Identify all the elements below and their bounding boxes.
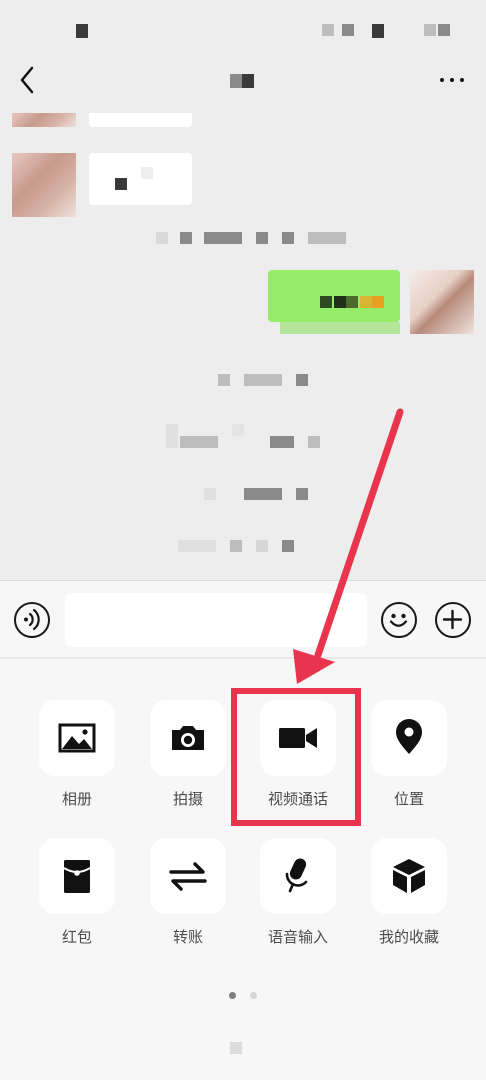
page-dot-active[interactable] bbox=[229, 992, 236, 999]
sent-message-bubble[interactable] bbox=[268, 270, 400, 322]
chevron-left-icon bbox=[20, 66, 34, 94]
more-options-button[interactable] bbox=[436, 64, 468, 96]
more-dots-icon bbox=[440, 78, 444, 82]
album-button[interactable]: 相册 bbox=[39, 700, 115, 809]
smiley-icon bbox=[389, 613, 408, 627]
red-packet-button[interactable]: 红包 bbox=[39, 838, 115, 947]
voice-input-button[interactable]: 语音输入 bbox=[260, 838, 336, 947]
back-button[interactable] bbox=[14, 62, 44, 98]
camera-button[interactable]: 拍摄 bbox=[150, 700, 226, 809]
location-button[interactable]: 位置 bbox=[371, 700, 447, 809]
emoji-button[interactable] bbox=[381, 602, 417, 638]
message-input[interactable] bbox=[65, 593, 367, 647]
red-packet-label: 红包 bbox=[61, 928, 92, 946]
voice-input-label: 语音输入 bbox=[267, 928, 328, 946]
transfer-label: 转账 bbox=[172, 928, 203, 946]
camera-icon bbox=[172, 726, 204, 750]
page-dot[interactable] bbox=[250, 992, 257, 999]
message-input-bar bbox=[0, 580, 486, 658]
cube-icon bbox=[393, 859, 425, 893]
microphone-icon bbox=[285, 858, 308, 893]
avatar[interactable] bbox=[410, 270, 474, 334]
image-icon bbox=[58, 723, 96, 753]
camera-label: 拍摄 bbox=[172, 790, 203, 808]
transfer-arrows-icon bbox=[169, 862, 207, 891]
more-functions-button[interactable] bbox=[435, 602, 471, 638]
avatar[interactable] bbox=[12, 113, 76, 127]
location-pin-icon bbox=[396, 719, 422, 754]
location-label: 位置 bbox=[393, 790, 424, 808]
chat-header bbox=[0, 50, 486, 110]
transfer-button[interactable]: 转账 bbox=[150, 838, 226, 947]
favorites-button[interactable]: 我的收藏 bbox=[371, 838, 447, 947]
favorites-label: 我的收藏 bbox=[378, 928, 439, 946]
voice-wave-icon bbox=[24, 608, 40, 631]
plus-icon bbox=[442, 609, 463, 630]
video-call-button[interactable]: 视频通话 bbox=[260, 700, 336, 809]
video-call-label: 视频通话 bbox=[267, 790, 328, 808]
red-packet-icon bbox=[63, 860, 91, 893]
home-indicator bbox=[230, 1042, 242, 1054]
video-camera-icon bbox=[279, 728, 317, 748]
album-label: 相册 bbox=[61, 790, 92, 808]
voice-mode-button[interactable] bbox=[14, 602, 50, 638]
avatar[interactable] bbox=[12, 153, 76, 217]
message-bubble[interactable] bbox=[89, 153, 192, 205]
message-bubble[interactable] bbox=[89, 113, 192, 127]
